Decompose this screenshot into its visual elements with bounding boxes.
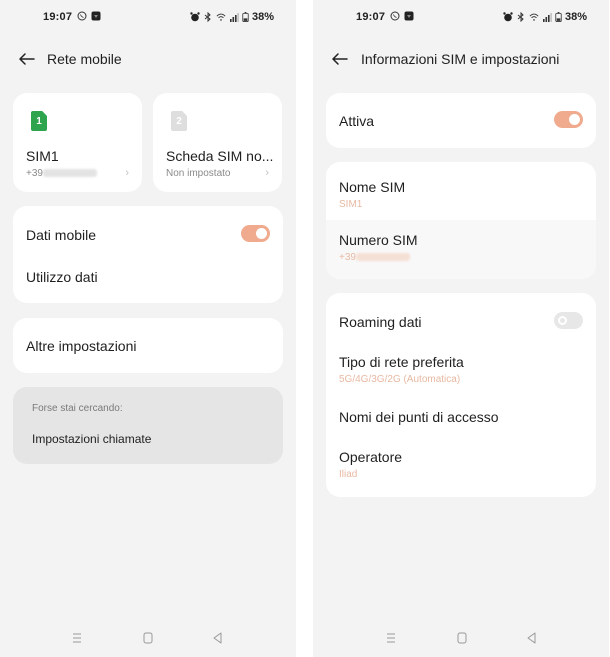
status-bar: 19:07 38% [0, 10, 296, 26]
rete-mobile-screen: 19:07 38% Rete mobile 1 SIM1 +39 › 2 Sch… [0, 0, 296, 657]
wifi-icon [529, 13, 539, 21]
mobile-data-toggle[interactable] [241, 225, 270, 242]
signal-icon [542, 13, 552, 22]
back-arrow-icon[interactable] [331, 50, 349, 68]
battery-percent: 38% [564, 11, 587, 23]
active-toggle[interactable] [554, 111, 583, 128]
roaming-row[interactable]: Roaming dati [326, 293, 596, 345]
sim1-card[interactable]: 1 SIM1 +39 › [13, 93, 142, 192]
apn-label: Nomi dei punti di accesso [339, 409, 499, 425]
back-triangle-icon[interactable] [525, 631, 539, 645]
battery-percent: 38% [251, 11, 274, 23]
alarm-icon [503, 12, 513, 22]
status-time: 19:07 [43, 11, 73, 23]
menu-icon[interactable] [70, 631, 84, 645]
app-notification-icon [91, 11, 101, 21]
mobile-data-row[interactable]: Dati mobile [13, 206, 283, 256]
active-label: Attiva [339, 113, 375, 129]
page-title: Rete mobile [47, 51, 122, 67]
roaming-toggle[interactable] [554, 312, 583, 329]
page-title: Informazioni SIM e impostazioni [361, 51, 560, 67]
battery-icon [242, 12, 249, 22]
sim-number-row[interactable]: Numero SIM +39 [326, 220, 596, 279]
data-usage-label: Utilizzo dati [26, 269, 98, 285]
roaming-label: Roaming dati [339, 314, 422, 330]
home-icon[interactable] [141, 631, 155, 645]
mobile-data-label: Dati mobile [26, 227, 97, 243]
operator-value: Iliad [339, 469, 358, 480]
back-arrow-icon[interactable] [18, 50, 36, 68]
other-settings-row[interactable]: Altre impostazioni [13, 318, 283, 373]
sim-name-value: SIM1 [339, 199, 363, 210]
navigation-bar [0, 631, 296, 647]
bluetooth-icon [517, 12, 524, 22]
sim-name: Scheda SIM no... [166, 148, 274, 164]
sim-info-screen: 19:07 38% Informazioni SIM e impostazion… [313, 0, 609, 657]
operator-label: Operatore [339, 449, 403, 465]
top-bar: Rete mobile [0, 48, 296, 70]
network-card: Roaming dati Tipo di rete preferita 5G/4… [326, 293, 596, 497]
sim-name-row[interactable]: Nome SIM SIM1 [326, 162, 596, 220]
sim2-card[interactable]: 2 Scheda SIM no... Non impostato › [153, 93, 282, 192]
network-type-value: 5G/4G/3G/2G (Automatica) [339, 374, 461, 385]
back-triangle-icon[interactable] [211, 631, 225, 645]
sim-name-label: Nome SIM [339, 179, 406, 195]
chevron-right-icon: › [125, 167, 129, 179]
menu-icon[interactable] [384, 631, 398, 645]
network-type-label: Tipo di rete preferita [339, 354, 464, 370]
data-usage-row[interactable]: Utilizzo dati [13, 256, 283, 303]
active-card: Attiva [326, 93, 596, 148]
navigation-bar [313, 631, 609, 647]
battery-icon [555, 12, 562, 22]
sim-number-label: Numero SIM [339, 232, 418, 248]
home-icon[interactable] [455, 631, 469, 645]
sim-info-card: Nome SIM SIM1 Numero SIM +39 [326, 162, 596, 279]
apn-row[interactable]: Nomi dei punti di accesso [326, 393, 596, 441]
app-notification-icon [404, 11, 414, 21]
sim-number-value: +39 [339, 252, 410, 263]
blurred-number [42, 169, 97, 178]
whatsapp-icon [77, 11, 87, 21]
blurred-number [355, 253, 410, 262]
sim-card-icon: 1 [31, 111, 47, 131]
sim-number: +39 [26, 168, 97, 179]
status-time: 19:07 [356, 11, 386, 23]
bluetooth-icon [204, 12, 211, 22]
network-type-row[interactable]: Tipo di rete preferita 5G/4G/3G/2G (Auto… [326, 345, 596, 393]
call-settings-link[interactable]: Impostazioni chiamate [32, 432, 151, 446]
mobile-data-card: Dati mobile Utilizzo dati [13, 206, 283, 303]
suggestion-title: Forse stai cercando: [32, 403, 123, 414]
alarm-icon [190, 12, 200, 22]
sim-status: Non impostato [166, 168, 231, 179]
whatsapp-icon [390, 11, 400, 21]
operator-row[interactable]: Operatore Iliad [326, 441, 596, 497]
top-bar: Informazioni SIM e impostazioni [313, 48, 609, 70]
status-bar: 19:07 38% [313, 10, 609, 26]
sim-card-icon: 2 [171, 111, 187, 131]
chevron-right-icon: › [265, 167, 269, 179]
signal-icon [229, 13, 239, 22]
suggestion-card: Forse stai cercando: Impostazioni chiama… [13, 387, 283, 464]
sim-name: SIM1 [26, 148, 59, 164]
other-settings-label: Altre impostazioni [26, 338, 137, 354]
wifi-icon [216, 13, 226, 21]
